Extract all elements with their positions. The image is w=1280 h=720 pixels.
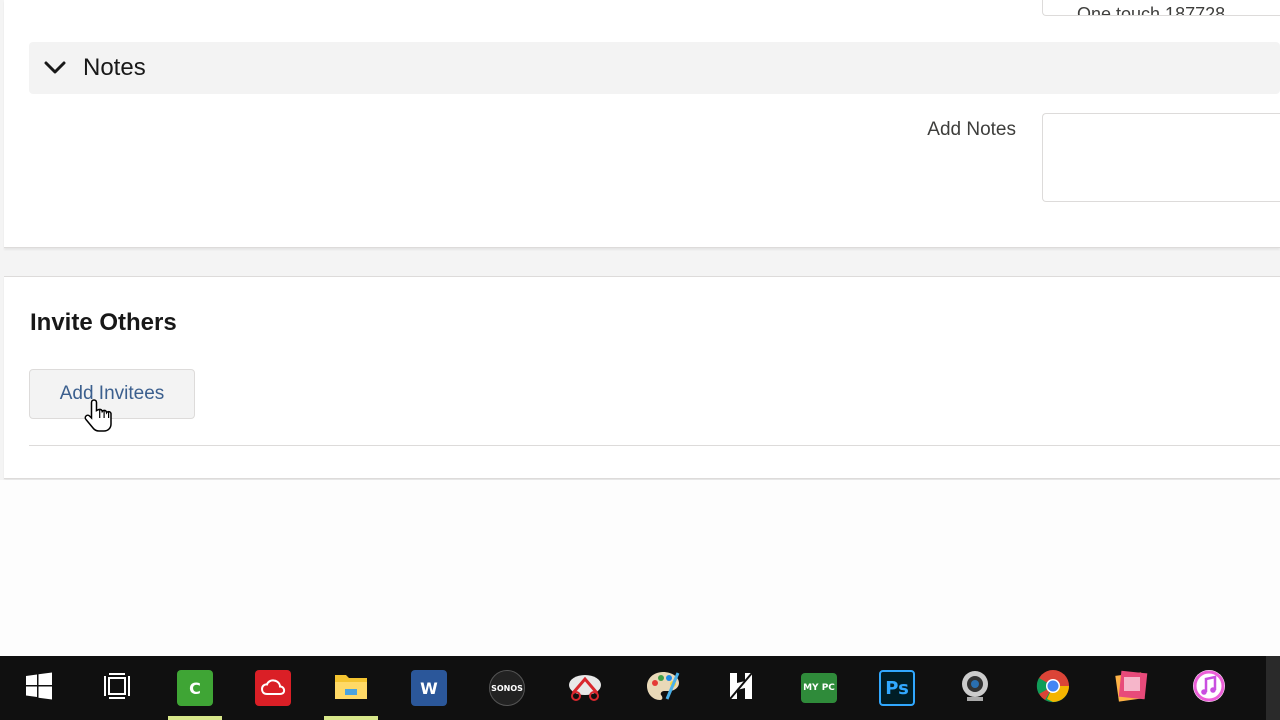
chrome-icon bbox=[1035, 668, 1071, 709]
add-notes-label: Add Notes bbox=[927, 119, 1016, 140]
taskbar-sonos[interactable]: SONOS bbox=[468, 656, 546, 720]
webcam-icon bbox=[958, 669, 992, 708]
windows-taskbar: C W SONOS MY PC Ps bbox=[0, 656, 1280, 720]
taskbar-word[interactable]: W bbox=[390, 656, 468, 720]
taskbar-right-edge bbox=[1266, 656, 1280, 720]
taskbar-photo-app[interactable] bbox=[1092, 656, 1170, 720]
notes-section-title: Notes bbox=[83, 54, 146, 81]
snipping-tool-icon bbox=[567, 669, 603, 708]
creative-cloud-icon bbox=[255, 670, 291, 706]
photo-app-icon bbox=[1113, 668, 1149, 709]
task-view-icon bbox=[103, 672, 131, 705]
camtasia-icon: C bbox=[177, 670, 213, 706]
taskbar-creative-cloud[interactable] bbox=[234, 656, 312, 720]
taskbar-itunes[interactable] bbox=[1170, 656, 1248, 720]
chevron-down-icon bbox=[43, 56, 67, 80]
folder-icon bbox=[333, 671, 369, 706]
windows-logo-icon bbox=[25, 672, 53, 705]
add-notes-textarea[interactable] bbox=[1042, 113, 1280, 202]
taskbar-paint[interactable] bbox=[624, 656, 702, 720]
taskbar-h-app[interactable] bbox=[702, 656, 780, 720]
taskbar-file-explorer[interactable] bbox=[312, 656, 390, 720]
start-button[interactable] bbox=[0, 656, 78, 720]
empty-area bbox=[0, 480, 1280, 656]
paint-palette-icon bbox=[645, 669, 681, 708]
itunes-icon bbox=[1191, 668, 1227, 709]
photoshop-label: Ps bbox=[885, 677, 909, 699]
my-pc-icon: MY PC bbox=[801, 673, 837, 703]
event-details-card: One touch 187728 Notes Add Notes bbox=[4, 0, 1280, 248]
taskbar-webcam[interactable] bbox=[936, 656, 1014, 720]
invite-others-title: Invite Others bbox=[30, 309, 177, 336]
add-invitees-button[interactable]: Add Invitees bbox=[29, 369, 195, 419]
taskbar-camtasia[interactable]: C bbox=[156, 656, 234, 720]
app-window: One touch 187728 Notes Add Notes Invite … bbox=[0, 0, 1280, 656]
taskbar-chrome[interactable] bbox=[1014, 656, 1092, 720]
word-icon: W bbox=[411, 670, 447, 706]
taskbar-my-pc[interactable]: MY PC bbox=[780, 656, 858, 720]
notes-section-header[interactable]: Notes bbox=[29, 42, 1280, 94]
h-app-icon bbox=[724, 669, 758, 708]
sonos-label: SONOS bbox=[491, 683, 523, 693]
my-pc-label: MY PC bbox=[803, 683, 835, 693]
phone-field-partial[interactable]: One touch 187728 bbox=[1042, 0, 1280, 16]
sonos-icon: SONOS bbox=[489, 670, 525, 706]
section-divider bbox=[29, 445, 1280, 446]
taskbar-photoshop[interactable]: Ps bbox=[858, 656, 936, 720]
phone-field-text: One touch 187728 bbox=[1077, 4, 1226, 16]
task-view-button[interactable] bbox=[78, 656, 156, 720]
photoshop-icon: Ps bbox=[879, 670, 915, 706]
taskbar-snipping-tool[interactable] bbox=[546, 656, 624, 720]
invite-others-card: Invite Others Add Invitees bbox=[4, 276, 1280, 479]
